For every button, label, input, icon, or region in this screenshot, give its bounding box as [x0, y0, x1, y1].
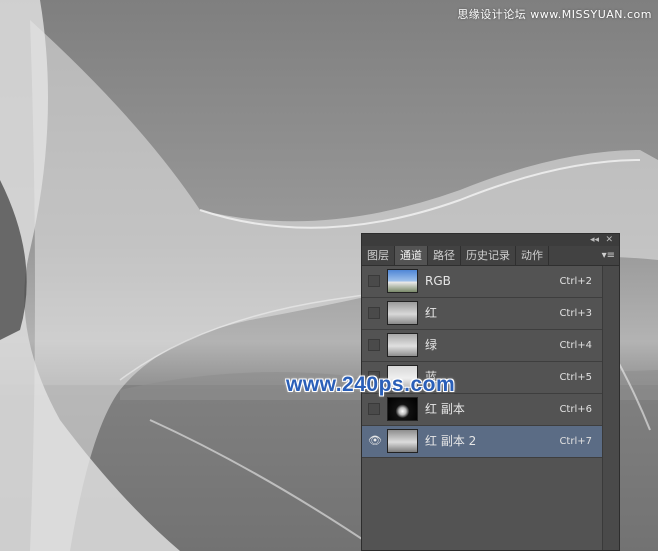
visibility-toggle[interactable] [368, 403, 380, 415]
channel-name: 红 副本 [425, 402, 465, 416]
watermark-top: 思缘设计论坛 www.MISSYUAN.com [457, 8, 652, 21]
channel-shortcut: Ctrl+6 [559, 404, 592, 415]
channel-row-red-copy[interactable]: 红 副本 Ctrl+6 [362, 394, 604, 426]
channel-name: 绿 [425, 338, 438, 352]
tab-actions[interactable]: 动作 [516, 246, 549, 265]
channel-shortcut: Ctrl+5 [559, 372, 592, 383]
channel-list: RGB Ctrl+2 红 Ctrl+3 绿 Ctrl+4 蓝 Ctrl+5 红 … [362, 266, 604, 458]
tab-channels[interactable]: 通道 [395, 246, 428, 265]
visibility-toggle[interactable] [368, 307, 380, 319]
tab-history[interactable]: 历史记录 [461, 246, 516, 265]
channel-shortcut: Ctrl+3 [559, 308, 592, 319]
channel-shortcut: Ctrl+4 [559, 340, 592, 351]
double-arrow-left-icon[interactable]: ◂◂ [590, 234, 599, 246]
channel-thumbnail [387, 429, 418, 453]
channel-shortcut: Ctrl+2 [559, 276, 592, 287]
channel-name: 红 副本 2 [425, 434, 477, 448]
channel-thumbnail [387, 333, 418, 357]
channel-row-rgb[interactable]: RGB Ctrl+2 [362, 266, 604, 298]
channel-row-red[interactable]: 红 Ctrl+3 [362, 298, 604, 330]
panel-tab-bar: 图层 通道 路径 历史记录 动作 ▾≡ [362, 246, 619, 266]
panel-scrollbar[interactable] [602, 266, 619, 550]
channel-row-red-copy-2[interactable]: 👁 红 副本 2 Ctrl+7 [362, 426, 604, 458]
channel-thumbnail [387, 397, 418, 421]
close-icon[interactable]: ✕ [605, 234, 613, 246]
channel-row-green[interactable]: 绿 Ctrl+4 [362, 330, 604, 362]
visibility-toggle[interactable] [368, 275, 380, 287]
eye-icon[interactable]: 👁 [368, 435, 382, 447]
panel-title-bar[interactable]: ◂◂ ✕ [362, 234, 619, 246]
channel-thumbnail [387, 269, 418, 293]
channel-name: RGB [425, 274, 451, 288]
channel-name: 红 [425, 306, 438, 320]
channel-shortcut: Ctrl+7 [559, 436, 592, 447]
watermark-center: www.240ps.com [286, 373, 456, 396]
panel-menu-icon[interactable]: ▾≡ [602, 246, 615, 265]
tab-paths[interactable]: 路径 [428, 246, 461, 265]
channel-thumbnail [387, 301, 418, 325]
tab-layers[interactable]: 图层 [362, 246, 395, 265]
visibility-toggle[interactable] [368, 339, 380, 351]
